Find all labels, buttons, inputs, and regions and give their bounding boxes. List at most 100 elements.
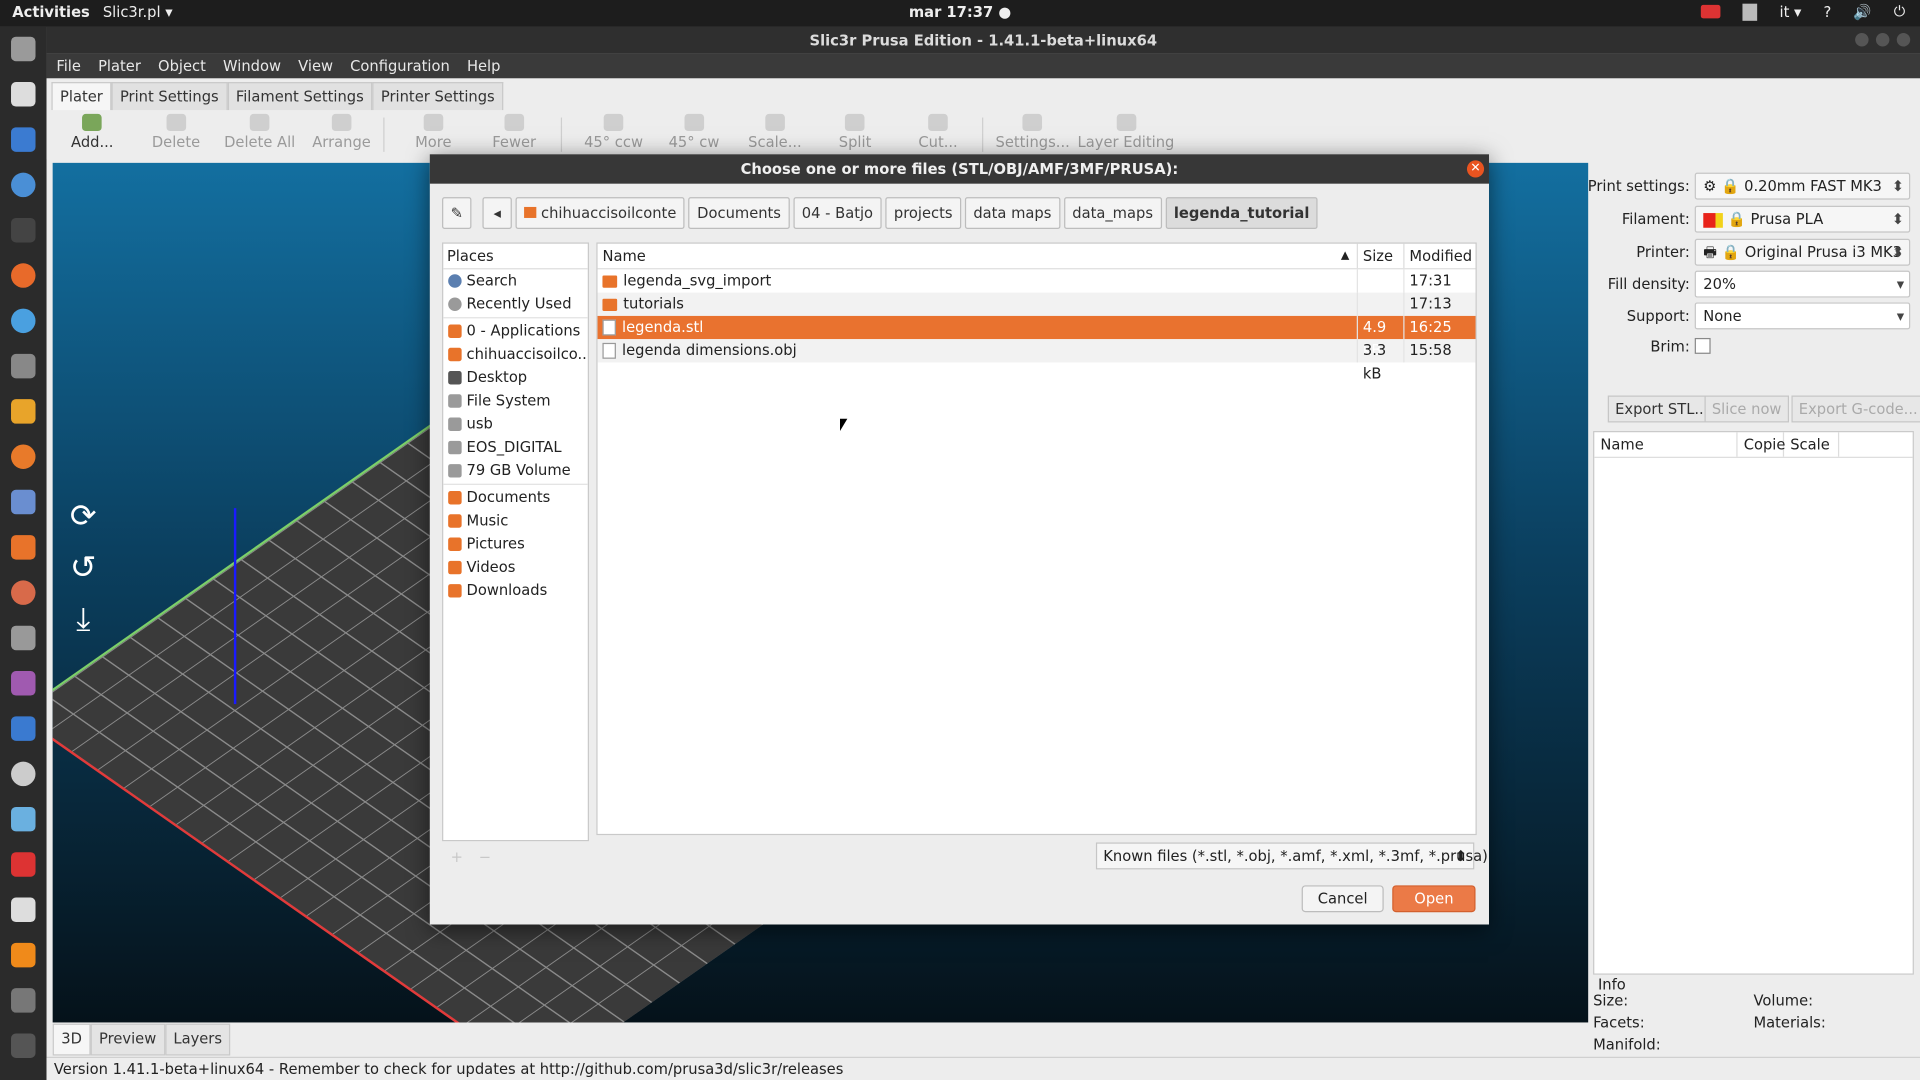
orbit-icon[interactable]: ⟳: [62, 496, 104, 538]
camera-icon[interactable]: [11, 625, 36, 651]
firefox-icon[interactable]: [11, 263, 36, 288]
chromium-icon[interactable]: [11, 172, 36, 198]
inkscape-icon[interactable]: [11, 82, 36, 107]
rotate-cw-button[interactable]: 45° cw: [669, 113, 719, 151]
power-icon[interactable]: ⏻: [1894, 2, 1906, 20]
tab-preview[interactable]: Preview: [90, 1023, 165, 1056]
blender-icon[interactable]: [11, 444, 36, 469]
clock[interactable]: mar 17:37 ●: [0, 4, 1920, 21]
eye-icon[interactable]: [11, 761, 36, 787]
object-list[interactable]: Name Copie Scale: [1593, 431, 1914, 975]
menu-configuration[interactable]: Configuration: [350, 54, 450, 78]
column-header-copies[interactable]: Copie: [1738, 432, 1785, 457]
menu-plater[interactable]: Plater: [98, 54, 141, 78]
place-home[interactable]: chihuaccisoilco...: [443, 343, 588, 366]
minimize-icon[interactable]: [1855, 33, 1869, 47]
vector-icon[interactable]: [11, 399, 36, 424]
place-volume[interactable]: 79 GB Volume: [443, 459, 587, 482]
menu-window[interactable]: Window: [223, 54, 281, 78]
zoom-view-icon[interactable]: ⤓: [62, 599, 104, 641]
edit-icon[interactable]: [11, 308, 36, 334]
layer-editing-button[interactable]: Layer Editing: [1078, 113, 1174, 151]
column-header-name[interactable]: Name ▲: [598, 243, 1358, 269]
menu-object[interactable]: Object: [158, 54, 206, 78]
file-list[interactable]: Name ▲ Size Modified legenda_svg_import 1…: [596, 242, 1477, 836]
breadcrumb-documents[interactable]: Documents: [688, 197, 790, 229]
rotate-view-icon[interactable]: ↺: [62, 547, 104, 589]
slic3r-icon[interactable]: [11, 852, 36, 877]
open-button[interactable]: Open: [1392, 885, 1476, 913]
software-center-icon[interactable]: [11, 535, 36, 560]
files-icon[interactable]: [11, 36, 36, 62]
breadcrumb-data-maps[interactable]: data maps: [964, 197, 1060, 229]
add-button[interactable]: Add...: [71, 113, 113, 151]
terminal-icon[interactable]: [11, 217, 36, 243]
scale-button[interactable]: Scale...: [748, 113, 802, 151]
arrange-button[interactable]: Arrange: [312, 113, 371, 151]
arrows-icon[interactable]: [11, 716, 36, 741]
fewer-button[interactable]: Fewer: [492, 113, 536, 151]
settings-button[interactable]: Settings...: [996, 113, 1070, 151]
help-icon[interactable]: ?: [1823, 3, 1831, 20]
writer-icon[interactable]: [11, 127, 36, 152]
close-icon[interactable]: [1896, 33, 1911, 47]
delete-all-button[interactable]: Delete All: [224, 113, 295, 151]
add-bookmark-button[interactable]: +: [451, 849, 463, 866]
place-usb[interactable]: usb: [443, 413, 587, 436]
export-stl-button[interactable]: Export STL...: [1607, 395, 1716, 423]
scanner-icon[interactable]: [11, 489, 36, 515]
place-music[interactable]: Music: [443, 509, 587, 532]
file-row-selected[interactable]: legenda.stl 4.9 kB 16:25: [597, 315, 1476, 359]
delete-button[interactable]: Delete: [152, 113, 200, 151]
menu-view[interactable]: View: [298, 54, 333, 78]
maximize-icon[interactable]: [1875, 33, 1890, 47]
printer-combo[interactable]: 🖶 🔒 Original Prusa i3 MK3 ⬍: [1694, 238, 1911, 266]
close-icon[interactable]: ✕: [1466, 160, 1485, 178]
clipboard-icon[interactable]: [1742, 3, 1758, 21]
place-documents[interactable]: Documents: [443, 486, 587, 509]
path-back-button[interactable]: ◂: [482, 197, 512, 229]
keyboard-layout[interactable]: it ▾: [1780, 3, 1802, 20]
menu-file[interactable]: File: [56, 54, 81, 78]
breadcrumb-legenda-tutorial[interactable]: legenda_tutorial: [1165, 197, 1318, 229]
cut-button[interactable]: Cut...: [918, 113, 958, 151]
breadcrumb-home[interactable]: chihuaccisoilconte: [515, 197, 685, 229]
breadcrumb-data-maps-underscore[interactable]: data_maps: [1063, 197, 1162, 229]
tab-layers[interactable]: Layers: [164, 1023, 231, 1056]
media-icon[interactable]: [11, 671, 36, 696]
tab-3d[interactable]: 3D: [52, 1023, 91, 1056]
file-row[interactable]: legenda_svg_import 17:31: [597, 269, 1476, 293]
print-settings-combo[interactable]: ⚙ 🔒 0.20mm FAST MK3 ⬍: [1694, 172, 1911, 200]
column-header-modified[interactable]: Modified: [1405, 244, 1476, 268]
tab-plater[interactable]: Plater: [51, 82, 112, 111]
edit-path-button[interactable]: ✎: [442, 197, 472, 229]
place-pictures[interactable]: Pictures: [443, 533, 587, 556]
rotate-ccw-button[interactable]: 45° ccw: [584, 113, 643, 151]
volume-icon[interactable]: 🔊: [1853, 3, 1871, 20]
split-button[interactable]: Split: [839, 113, 871, 151]
camera-indicator-icon[interactable]: [1701, 4, 1721, 19]
app-grid-icon[interactable]: [11, 1033, 36, 1058]
support-combo[interactable]: None ▾: [1694, 302, 1911, 330]
tab-filament-settings[interactable]: Filament Settings: [227, 82, 373, 111]
settings-icon[interactable]: [11, 580, 36, 605]
place-eos-digital[interactable]: EOS_DIGITAL: [443, 436, 587, 459]
column-header-size[interactable]: Size: [1358, 243, 1405, 269]
place-recent[interactable]: Recently Used: [443, 293, 587, 316]
slice-now-button[interactable]: Slice now: [1704, 395, 1789, 423]
cube-icon[interactable]: [11, 806, 36, 832]
place-file-system[interactable]: File System: [443, 389, 587, 412]
file-row[interactable]: tutorials 17:13: [597, 292, 1476, 316]
place-desktop[interactable]: Desktop: [443, 366, 587, 389]
vlc-icon[interactable]: [11, 942, 36, 968]
cancel-button[interactable]: Cancel: [1301, 885, 1384, 913]
fill-density-combo[interactable]: 20% ▾: [1694, 270, 1911, 298]
gimp-icon[interactable]: [11, 353, 36, 379]
column-header-scale[interactable]: Scale: [1784, 432, 1840, 457]
export-gcode-button[interactable]: Export G-code...: [1791, 395, 1920, 423]
video-editor-icon[interactable]: [11, 988, 36, 1013]
more-button[interactable]: More: [415, 113, 452, 151]
tab-printer-settings[interactable]: Printer Settings: [372, 82, 504, 111]
notes-icon[interactable]: [11, 897, 36, 923]
file-row[interactable]: legenda dimensions.obj 3.3 kB 15:58: [597, 339, 1476, 382]
